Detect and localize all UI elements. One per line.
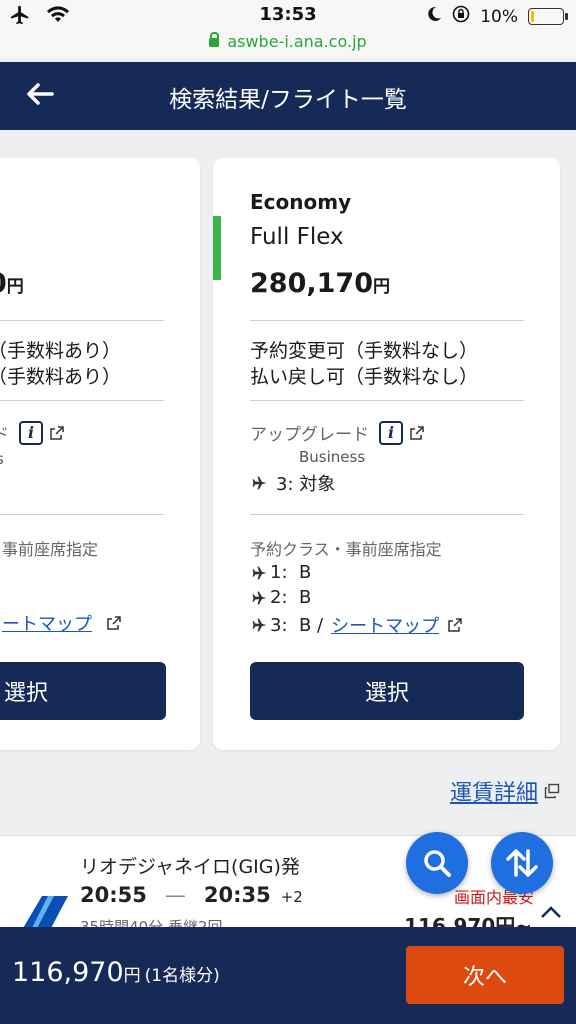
- flight-price: 116,970円~: [404, 914, 532, 927]
- info-icon[interactable]: i: [19, 420, 43, 445]
- condition-refund: 払い戻し可（手数料なし）: [250, 366, 479, 388]
- arrive-time: 20:35: [203, 883, 271, 907]
- seat-label: 予約クラス・事前座席指定: [250, 540, 442, 559]
- page-title: 検索結果/フライト一覧: [169, 87, 407, 113]
- search-button[interactable]: [406, 832, 468, 894]
- info-icon[interactable]: i: [379, 420, 403, 445]
- seat-row-text: 1: B: [270, 562, 312, 583]
- airplane-icon: [252, 476, 267, 490]
- rotation-lock-icon: [452, 5, 470, 28]
- fare-indicator-bar: [213, 216, 221, 280]
- next-button[interactable]: 次へ: [406, 946, 564, 1004]
- status-right: 10%: [426, 5, 568, 28]
- airplane-icon: [252, 566, 267, 579]
- price-unit: 円: [6, 277, 24, 297]
- external-link-icon: [410, 425, 424, 440]
- divider: [250, 400, 524, 401]
- upgrade-sub-fragment: s: [0, 450, 4, 468]
- price-value: 280,170: [250, 268, 373, 299]
- battery-fill: [531, 11, 534, 22]
- airplane-icon: [252, 618, 267, 632]
- lock-icon: [209, 32, 220, 47]
- time-separator: —: [164, 883, 186, 907]
- external-link-icon: [107, 616, 121, 630]
- footer-bar: 116,970円 (1名様分) 次へ: [0, 927, 576, 1024]
- external-link-icon: [50, 425, 64, 440]
- total-price: 116,970円 (1名様分): [12, 957, 220, 988]
- depart-time: 20:55: [80, 883, 147, 907]
- condition-refund: （手数料あり）: [0, 366, 122, 388]
- fare-carousel: 0円 （手数料あり） （手数料あり） ド i s 事前座席指定 ートマップ 選択…: [0, 130, 576, 835]
- divider: [0, 514, 164, 515]
- fare-price: 280,170円: [250, 268, 390, 299]
- flight-summary[interactable]: リオデジャネイロ(GIG)発 20:55 — 20:35 +2 35時間40分 …: [0, 835, 576, 927]
- url-bar[interactable]: aswbe-i.ana.co.jp: [0, 32, 576, 51]
- divider: [250, 320, 524, 321]
- ana-logo-icon: [23, 896, 68, 927]
- external-link-icon: [448, 618, 462, 632]
- sort-button[interactable]: [491, 832, 553, 894]
- total-value: 116,970: [12, 957, 124, 988]
- status-bar: 13:53 10% aswbe-i.ana.co.jp: [0, 0, 576, 58]
- upgrade-label-partial: ド i: [0, 420, 65, 445]
- cabin-class: Economy: [250, 190, 352, 214]
- seat-row-2: 2: B: [250, 587, 311, 608]
- divider: [0, 320, 164, 321]
- fare-price-partial: 0円: [0, 268, 24, 299]
- upgrade-text: アップグレード: [250, 425, 369, 445]
- origin-label: リオデジャネイロ(GIG)発: [80, 856, 300, 878]
- seat-map-link-partial[interactable]: ートマップ: [2, 610, 92, 636]
- seat-map-link[interactable]: シートマップ: [331, 612, 439, 638]
- seat-row-1: 1: B: [250, 562, 311, 583]
- fare-card-partial: 0円 （手数料あり） （手数料あり） ド i s 事前座席指定 ートマップ 選択: [0, 158, 200, 750]
- moon-icon: [426, 6, 442, 27]
- upgrade-row: 3: 対象: [250, 470, 335, 496]
- fare-card-economy-full-flex: Economy Full Flex 280,170円 予約変更可（手数料なし） …: [213, 158, 560, 750]
- search-icon: [424, 850, 451, 877]
- condition-change: 予約変更可（手数料なし）: [250, 340, 479, 362]
- app-header: 検索結果/フライト一覧: [0, 62, 576, 130]
- chevron-up-icon[interactable]: [540, 900, 562, 925]
- battery-icon: [528, 8, 568, 25]
- divider: [250, 514, 524, 515]
- price-unit: 円: [372, 277, 390, 297]
- seat-row-text: 2: B: [270, 587, 312, 608]
- fare-detail-text: 運賃詳細: [449, 781, 538, 806]
- seat-map-row-partial: ートマップ: [2, 610, 122, 636]
- seat-row-text: 3: B /: [270, 614, 324, 636]
- airplane-icon: [252, 591, 267, 604]
- fare-type: Full Flex: [250, 224, 344, 250]
- window-icon: [544, 783, 560, 799]
- flight-times: 20:55 — 20:35 +2: [80, 883, 303, 907]
- condition-change: （手数料あり）: [0, 340, 122, 362]
- day-offset: +2: [280, 888, 303, 906]
- upgrade-class: Business: [299, 448, 366, 466]
- sort-arrows-icon: [506, 849, 538, 877]
- upgrade-fragment: ド: [0, 425, 9, 445]
- total-unit: 円: [123, 966, 141, 986]
- upgrade-eligibility: 3: 対象: [276, 474, 336, 495]
- flight-duration: 35時間40分 乗継2回: [80, 918, 223, 927]
- divider: [0, 400, 164, 401]
- url-text: aswbe-i.ana.co.jp: [227, 32, 367, 51]
- select-button-partial[interactable]: 選択: [0, 662, 166, 720]
- price-fragment: 0: [0, 268, 7, 299]
- seat-row-3: 3: B / シートマップ: [250, 612, 463, 638]
- seat-label-partial: 事前座席指定: [2, 540, 99, 559]
- per-person-label: (1名様分): [144, 966, 220, 986]
- battery-percent: 10%: [480, 6, 518, 27]
- fare-detail-link[interactable]: 運賃詳細: [450, 775, 560, 807]
- upgrade-label: アップグレード i: [250, 420, 425, 445]
- select-button[interactable]: 選択: [250, 662, 524, 720]
